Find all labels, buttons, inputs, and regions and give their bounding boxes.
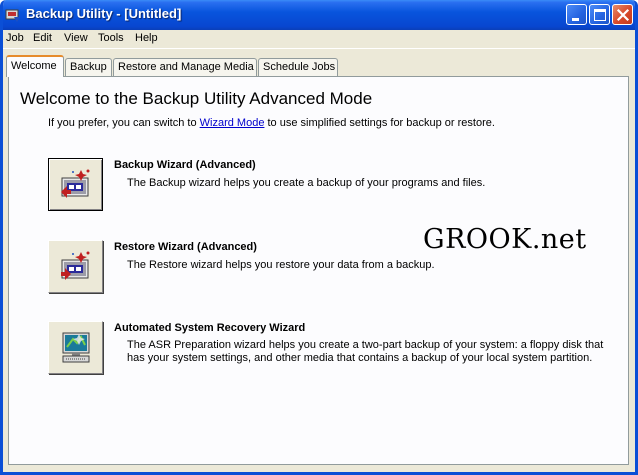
asr-wizard-description: The ASR Preparation wizard helps you cre… <box>127 339 604 364</box>
tab-schedule-jobs[interactable]: Schedule Jobs <box>258 58 338 76</box>
backup-app-icon <box>5 9 20 22</box>
close-button[interactable] <box>612 4 633 25</box>
tab-backup[interactable]: Backup <box>65 58 112 76</box>
menu-bar: Job Edit View Tools Help <box>3 30 635 48</box>
restore-wizard-button[interactable] <box>48 240 103 293</box>
watermark-text: GROOK.net <box>423 224 587 255</box>
backup-wizard-button[interactable] <box>48 158 103 211</box>
menu-separator <box>3 48 635 49</box>
menu-job[interactable]: Job <box>6 31 24 45</box>
asr-wizard-icon <box>62 332 90 363</box>
backup-wizard-title: Backup Wizard (Advanced) <box>114 159 256 171</box>
menu-tools[interactable]: Tools <box>98 31 124 45</box>
welcome-heading: Welcome to the Backup Utility Advanced M… <box>20 89 373 108</box>
tab-welcome[interactable]: Welcome <box>6 55 64 77</box>
close-icon <box>616 8 630 22</box>
welcome-intro: If you prefer, you can switch to Wizard … <box>48 117 495 129</box>
backup-wizard-description: The Backup wizard helps you create a bac… <box>127 177 486 189</box>
intro-text-before: If you prefer, you can switch to <box>48 117 200 129</box>
restore-wizard-title: Restore Wizard (Advanced) <box>114 241 257 253</box>
welcome-panel: Welcome to the Backup Utility Advanced M… <box>8 76 629 465</box>
maximize-icon <box>594 9 606 21</box>
window-title: Backup Utility - [Untitled] <box>26 6 182 21</box>
backup-wizard-icon <box>61 169 90 198</box>
menu-edit[interactable]: Edit <box>33 31 52 45</box>
restore-wizard-icon <box>61 251 90 280</box>
backup-utility-window: Backup Utility - [Untitled] Job Edit Vie… <box>0 0 638 475</box>
asr-wizard-title: Automated System Recovery Wizard <box>114 322 306 334</box>
menu-view[interactable]: View <box>64 31 88 45</box>
minimize-icon <box>572 18 579 21</box>
restore-wizard-description: The Restore wizard helps you restore you… <box>127 259 435 271</box>
minimize-button[interactable] <box>566 4 587 25</box>
tab-restore-and-manage-media[interactable]: Restore and Manage Media <box>113 58 257 76</box>
maximize-button[interactable] <box>589 4 610 25</box>
menu-help[interactable]: Help <box>135 31 158 45</box>
asr-wizard-button[interactable] <box>48 321 103 374</box>
wizard-mode-link[interactable]: Wizard Mode <box>200 117 265 129</box>
intro-text-after: to use simplified settings for backup or… <box>264 117 495 129</box>
title-bar[interactable]: Backup Utility - [Untitled] <box>3 0 635 30</box>
